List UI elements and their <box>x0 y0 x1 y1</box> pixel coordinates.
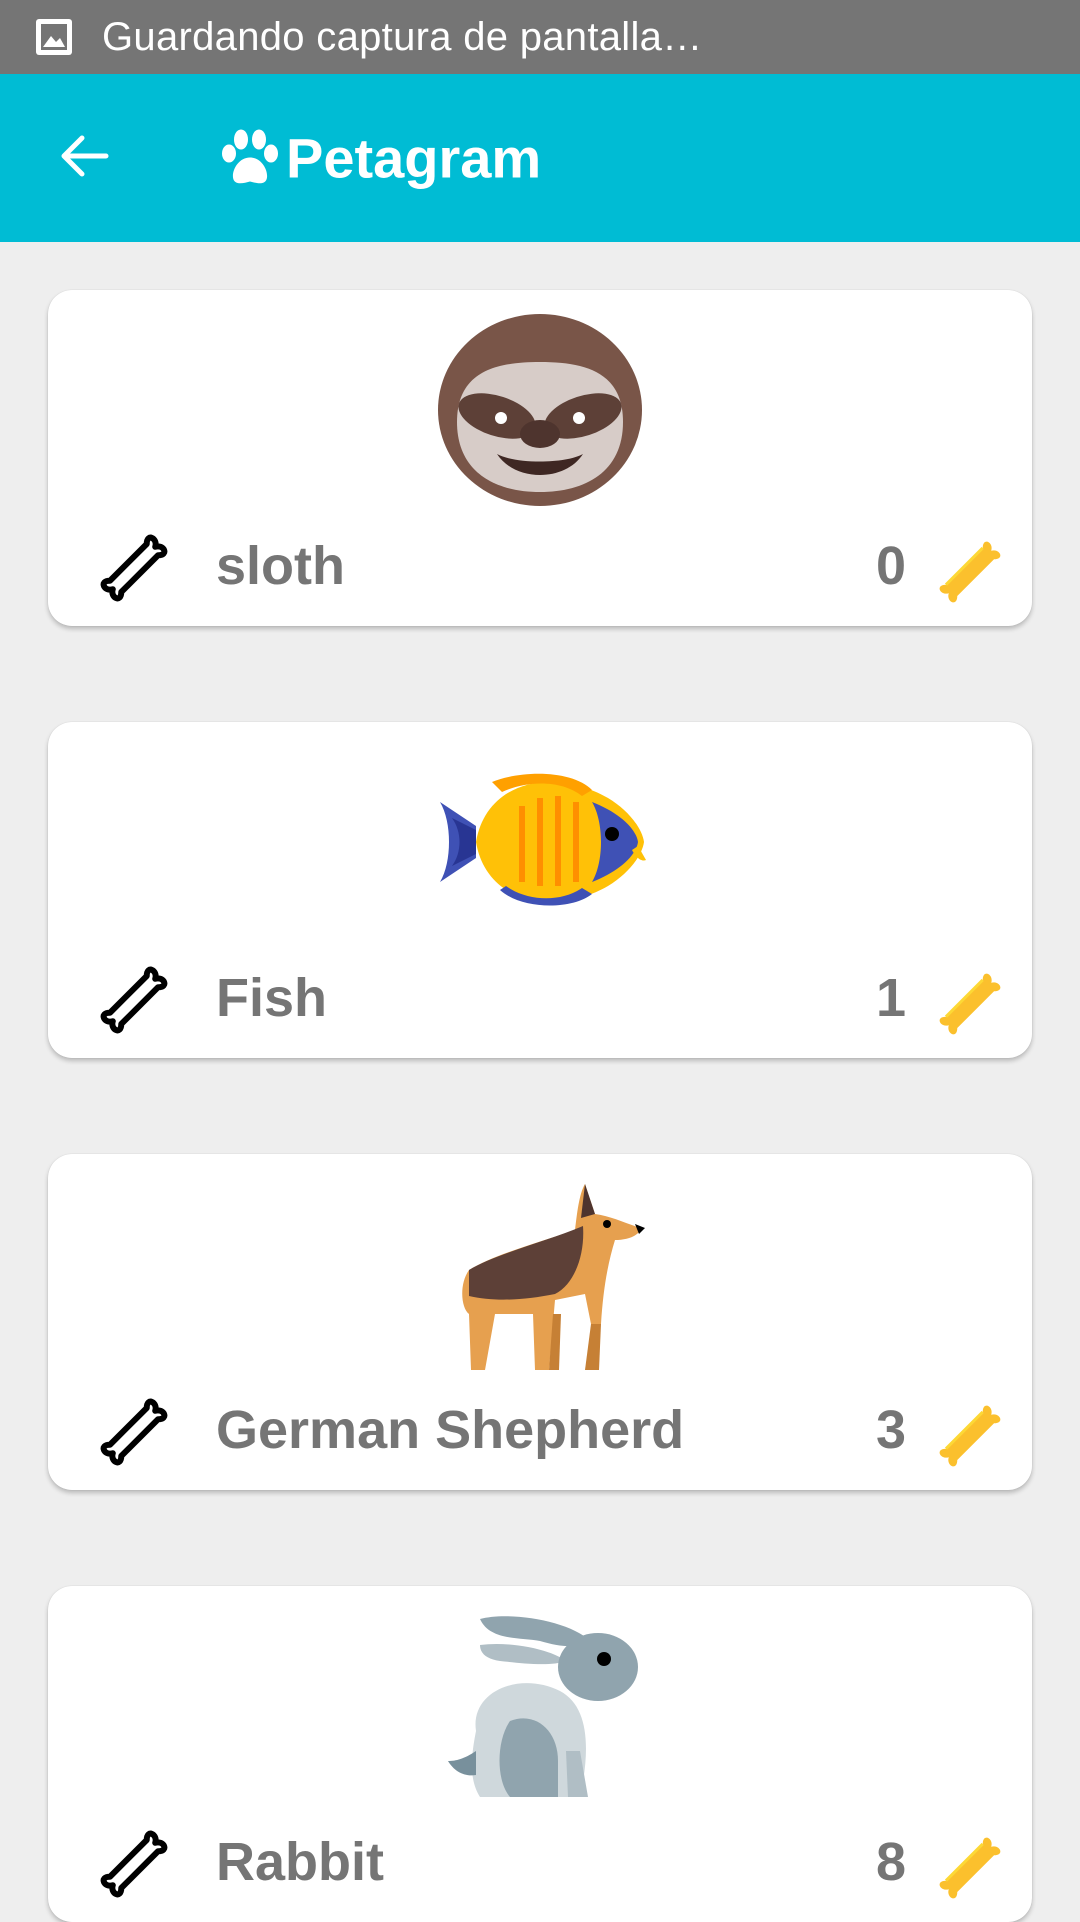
like-bone-button[interactable] <box>92 1392 176 1476</box>
pet-name: sloth <box>216 536 345 596</box>
pet-card: Fish 1 <box>48 722 1032 1058</box>
gold-bone-icon <box>928 1826 1012 1910</box>
pet-name: Fish <box>216 968 328 1028</box>
bone-outline-icon <box>94 960 174 1045</box>
status-notification-text: Guardando captura de pantalla… <box>102 14 703 59</box>
pet-card: German Shepherd 3 <box>48 1154 1032 1490</box>
paw-icon <box>218 126 282 190</box>
like-count: 1 <box>875 968 906 1028</box>
image-icon <box>34 17 74 57</box>
german-shepherd-icon <box>432 1176 648 1372</box>
rabbit-icon <box>432 1608 648 1804</box>
gold-bone-icon <box>928 1394 1012 1478</box>
like-bone-button[interactable] <box>92 960 176 1044</box>
bone-outline-icon <box>94 528 174 613</box>
like-bone-button[interactable] <box>92 1824 176 1908</box>
back-button[interactable] <box>54 128 114 188</box>
gold-bone-icon <box>928 962 1012 1046</box>
sloth-icon <box>432 312 648 508</box>
status-bar: Guardando captura de pantalla… <box>0 0 1080 74</box>
arrow-back-icon <box>58 130 110 187</box>
app-brand: Petagram <box>218 126 541 191</box>
pet-card: sloth 0 <box>48 290 1032 626</box>
pet-name: German Shepherd <box>216 1400 685 1460</box>
fish-icon <box>432 744 648 940</box>
gold-bone-icon <box>928 530 1012 614</box>
like-bone-button[interactable] <box>92 528 176 612</box>
pet-name: Rabbit <box>216 1832 384 1892</box>
like-count: 0 <box>875 536 906 596</box>
like-count: 3 <box>875 1400 906 1460</box>
app-bar: Petagram <box>0 74 1080 242</box>
pet-card: Rabbit 8 <box>48 1586 1032 1922</box>
like-count: 8 <box>875 1832 906 1892</box>
bone-outline-icon <box>94 1824 174 1909</box>
bone-outline-icon <box>94 1392 174 1477</box>
app-title: Petagram <box>286 126 542 190</box>
